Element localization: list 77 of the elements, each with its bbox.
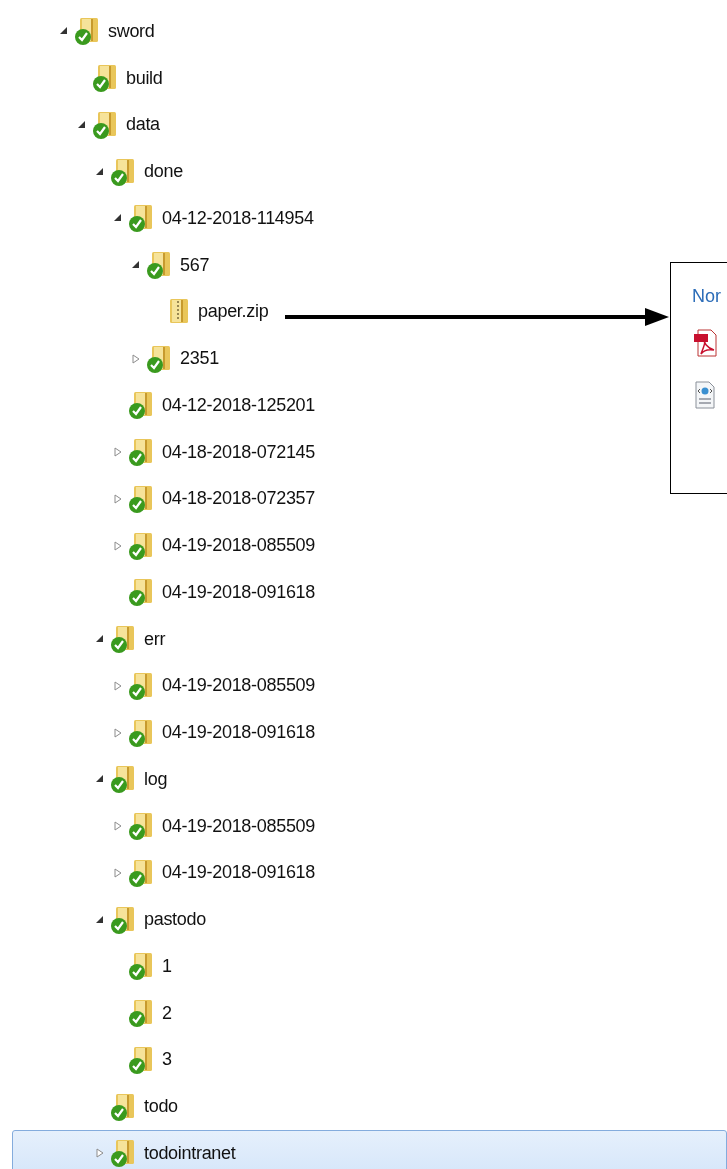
folder-name: 3 — [162, 1048, 172, 1072]
tree-row[interactable]: build — [12, 54, 168, 102]
tree-row[interactable]: 04-18-2018-072145 — [12, 428, 321, 476]
tree-row[interactable]: todo — [12, 1083, 183, 1130]
synced-folder-icon — [92, 109, 118, 140]
tree-row[interactable]: sword — [12, 8, 160, 55]
tree-row[interactable]: done — [12, 148, 188, 195]
folder-name: 2 — [162, 1001, 172, 1025]
folder-name: 2351 — [180, 347, 219, 371]
tree-row[interactable]: 1 — [12, 943, 177, 990]
folder-name: data — [126, 113, 160, 137]
synced-folder-icon — [128, 390, 154, 421]
tree-row[interactable]: 04-19-2018-085509 — [12, 662, 321, 710]
synced-folder-icon — [74, 16, 100, 47]
folder-name: pastodo — [144, 908, 206, 932]
folder-name: 04-19-2018-091618 — [162, 861, 316, 885]
panel-heading: Nor — [692, 285, 721, 308]
synced-folder-icon — [110, 764, 136, 795]
synced-folder-icon — [110, 904, 136, 935]
folder-name: 04-19-2018-091618 — [162, 721, 316, 745]
synced-folder-icon — [128, 437, 154, 468]
synced-folder-icon — [128, 483, 154, 514]
tree-row[interactable]: err — [12, 615, 171, 663]
tree-row[interactable]: 2 — [12, 989, 177, 1037]
synced-folder-icon — [110, 1138, 136, 1169]
tree-row[interactable]: 04-12-2018-125201 — [12, 382, 321, 429]
tree-row[interactable]: 2351 — [12, 335, 224, 382]
synced-folder-icon — [146, 343, 172, 374]
synced-folder-icon — [128, 577, 154, 608]
tree-row[interactable]: 3 — [12, 1036, 177, 1084]
tree-row[interactable]: pastodo — [12, 896, 211, 943]
tree-row[interactable]: 04-19-2018-091618 — [12, 709, 321, 756]
tree-row[interactable]: log — [12, 756, 173, 803]
tree-row[interactable]: 04-19-2018-091618 — [12, 849, 321, 897]
folder-name: log — [144, 767, 168, 791]
synced-folder-icon — [128, 530, 154, 561]
folder-name: 04-18-2018-072145 — [162, 440, 316, 464]
synced-folder-icon — [110, 624, 136, 655]
folder-name: 04-19-2018-085509 — [162, 814, 316, 838]
folder-name: build — [126, 66, 163, 90]
synced-folder-icon — [128, 717, 154, 748]
folder-name: todo — [144, 1095, 178, 1119]
tree-row[interactable]: 04-18-2018-072357 — [12, 475, 321, 523]
tree-row[interactable]: 04-12-2018-114954 — [12, 195, 319, 242]
tree-row[interactable]: paper.zip — [12, 288, 274, 336]
tree-row[interactable]: todointranet — [12, 1130, 727, 1169]
synced-folder-icon — [92, 63, 118, 94]
folder-name: 04-19-2018-085509 — [162, 674, 316, 698]
folder-name: 04-19-2018-085509 — [162, 534, 316, 558]
synced-folder-icon — [128, 951, 154, 982]
tree-row[interactable]: 04-19-2018-091618 — [12, 569, 321, 616]
folder-name: 04-18-2018-072357 — [162, 487, 316, 511]
folder-name: 04-19-2018-091618 — [162, 580, 316, 604]
synced-folder-icon — [146, 250, 172, 281]
pdf-file-icon — [692, 328, 718, 358]
folder-name: paper.zip — [198, 300, 269, 324]
synced-folder-icon — [128, 857, 154, 888]
synced-folder-icon — [128, 203, 154, 234]
folder-name: 1 — [162, 954, 172, 978]
folder-name: sword — [108, 19, 155, 43]
folder-name: 567 — [180, 253, 210, 277]
synced-folder-icon — [110, 1091, 136, 1122]
synced-folder-icon — [128, 1044, 154, 1075]
synced-folder-icon — [128, 811, 154, 842]
folder-name: err — [144, 627, 166, 651]
web-document-icon — [692, 380, 718, 410]
tree-row[interactable]: 04-19-2018-085509 — [12, 802, 321, 850]
synced-folder-icon — [128, 998, 154, 1029]
folder-name: 04-12-2018-114954 — [162, 206, 314, 230]
synced-folder-icon — [128, 670, 154, 701]
tree-row[interactable]: 04-19-2018-085509 — [12, 522, 321, 569]
tree-row[interactable]: data — [12, 101, 165, 149]
tree-row[interactable]: 567 — [12, 241, 215, 289]
synced-folder-icon — [110, 156, 136, 187]
folder-name: 04-12-2018-125201 — [162, 393, 316, 417]
folder-name: todointranet — [144, 1141, 236, 1165]
folder-name: done — [144, 160, 183, 184]
